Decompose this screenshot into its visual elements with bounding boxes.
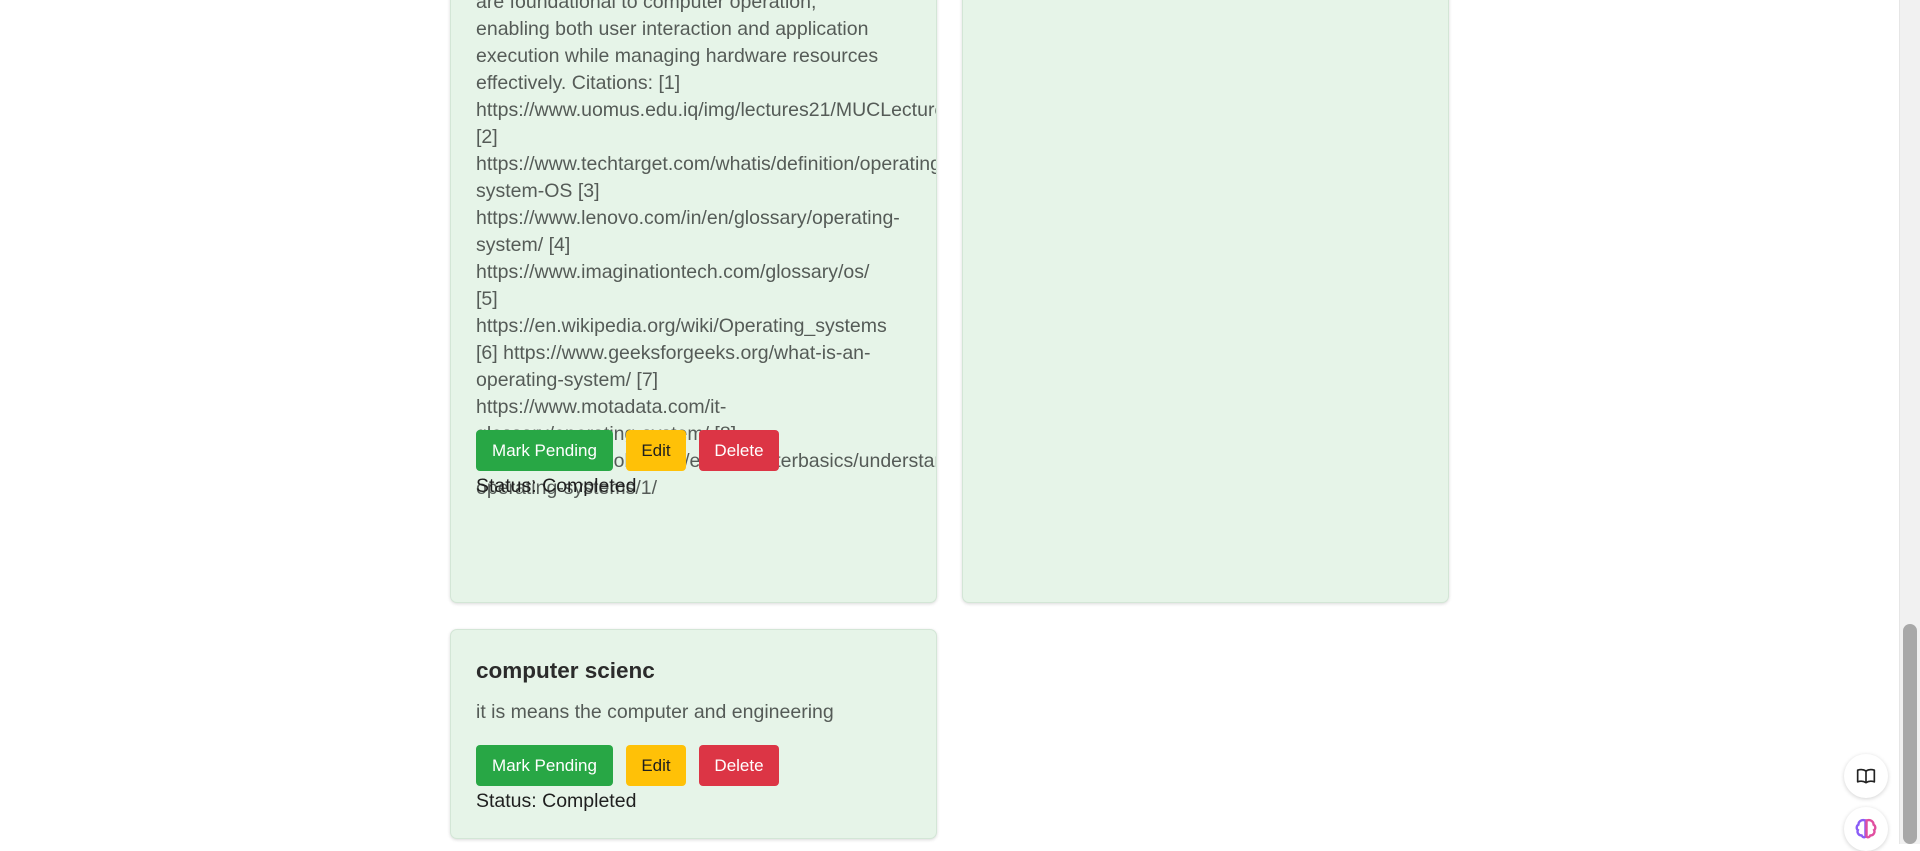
description-line: effectively. Citations: [1] [476,72,681,94]
task-description: it is means the computer and engineering [476,701,834,723]
edit-button[interactable]: Edit [626,745,686,786]
description-line: [6] https://www.geeksforgeeks.org/what-i… [476,342,871,364]
description-line: [5] [476,288,498,310]
task-card: computer scienc it is means the computer… [450,629,937,839]
task-status: Status: Completed [476,475,637,497]
description-line: https://www.motadata.com/it- [476,396,727,418]
description-line: are foundational to computer operation, [476,0,817,13]
description-line: https://www.uomus.edu.iq/img/lectures21/… [476,99,937,121]
scrollbar-thumb[interactable] [1903,624,1917,844]
description-line: https://en.wikipedia.org/wiki/Operating_… [476,315,887,337]
brain-icon[interactable] [1844,807,1888,851]
description-line: operating-system/ [7] [476,369,659,391]
description-line: system/ [4] [476,234,571,256]
task-status: Status: Completed [476,790,637,812]
delete-button[interactable]: Delete [699,430,779,471]
description-line: [2] [476,126,498,148]
task-description: are foundational to computer operation, … [476,0,937,502]
description-line: https://www.lenovo.com/in/en/glossary/op… [476,207,900,229]
task-card [962,0,1449,603]
delete-button[interactable]: Delete [699,745,779,786]
description-line: https://www.techtarget.com/whatis/defini… [476,153,937,175]
mark-pending-button[interactable]: Mark Pending [476,745,613,786]
description-line: enabling both user interaction and appli… [476,18,869,40]
edit-button[interactable]: Edit [626,430,686,471]
description-line: https://www.imaginationtech.com/glossary… [476,261,870,283]
task-title: computer scienc [476,658,655,683]
page-scrollbar[interactable] [1899,0,1920,844]
mark-pending-button[interactable]: Mark Pending [476,430,613,471]
task-actions: Mark Pending Edit Delete [476,745,779,786]
description-line: execution while managing hardware resour… [476,45,879,67]
task-actions: Mark Pending Edit Delete [476,430,779,471]
description-line: system-OS [3] [476,180,600,202]
task-card: are foundational to computer operation, … [450,0,937,603]
book-open-icon[interactable] [1844,754,1888,798]
